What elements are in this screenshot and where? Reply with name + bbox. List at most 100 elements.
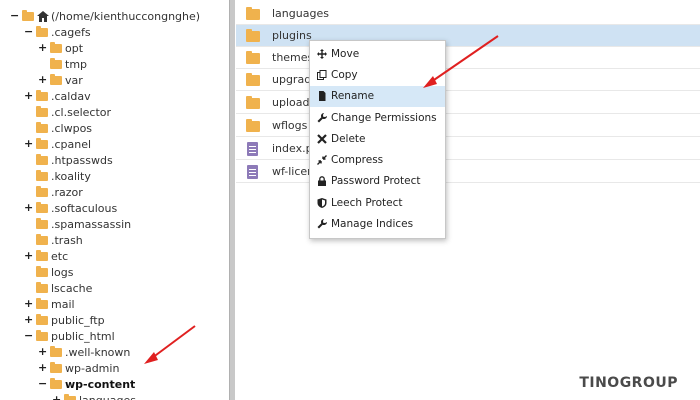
document-icon (247, 141, 258, 156)
tree-item-label: mail (51, 297, 75, 311)
tree-item[interactable]: .koality (24, 168, 91, 184)
expand-toggle-icon[interactable]: + (24, 90, 33, 101)
folder-icon (64, 394, 76, 400)
tree-item-label: var (65, 73, 83, 87)
expand-toggle-icon[interactable]: + (24, 202, 33, 213)
folder-icon (246, 50, 260, 64)
menu-item-label: Password Protect (331, 175, 421, 188)
folder-icon (246, 28, 260, 42)
expand-toggle-icon[interactable]: + (24, 298, 33, 309)
expand-toggle-icon[interactable]: + (24, 314, 33, 325)
folder-icon (36, 186, 48, 197)
compress-icon (317, 155, 327, 166)
tree-item[interactable]: + public_ftp (24, 312, 105, 328)
tree-item[interactable]: − public_html (24, 328, 115, 344)
menu-item-label: Leech Protect (331, 196, 403, 209)
tree-item-label: wp-admin (65, 361, 120, 375)
collapse-toggle-icon[interactable]: − (38, 378, 47, 389)
tree-item-label: .htpasswds (51, 153, 113, 167)
menu-item-label: Move (331, 47, 360, 60)
collapse-toggle-icon[interactable]: − (10, 10, 19, 21)
folder-icon (36, 298, 48, 309)
collapse-toggle-icon[interactable]: − (24, 26, 33, 37)
expand-toggle-icon[interactable]: + (38, 42, 47, 53)
expand-toggle-icon[interactable]: + (38, 74, 47, 85)
tree-item[interactable]: .razor (24, 184, 83, 200)
menu-item-compress[interactable]: Compress (310, 149, 445, 170)
tree-item[interactable]: .clwpos (24, 120, 92, 136)
expand-toggle-icon[interactable]: + (24, 138, 33, 149)
tree-item-label: .cpanel (51, 137, 92, 151)
tree-item[interactable]: tmp (38, 56, 87, 72)
file-name: plugins (272, 29, 312, 42)
tree-item-label: etc (51, 249, 69, 263)
folder-icon (36, 218, 48, 229)
menu-item-label: Compress (331, 154, 384, 167)
folder-icon (36, 314, 48, 325)
tree-item[interactable]: + languages (52, 392, 136, 400)
folder-icon (36, 170, 48, 181)
menu-item-rename[interactable]: Rename (310, 85, 445, 107)
tree-item-selected[interactable]: − wp-content (38, 376, 135, 392)
file-row-selected[interactable]: plugins (236, 25, 700, 47)
tree-item[interactable]: .cl.selector (24, 104, 111, 120)
x-icon (317, 134, 327, 144)
expand-toggle-icon[interactable]: + (24, 250, 33, 261)
tree-item[interactable]: + .softaculous (24, 200, 117, 216)
tree-item[interactable]: .htpasswds (24, 152, 113, 168)
menu-item-label: Change Permissions (331, 111, 437, 124)
menu-item-change-permissions[interactable]: Change Permissions (310, 107, 445, 128)
tree-item[interactable]: − .cagefs (24, 24, 91, 40)
tree-item[interactable]: .spamassassin (24, 216, 131, 232)
tree-item[interactable]: + opt (38, 40, 83, 56)
file-row[interactable]: uploads (236, 92, 700, 114)
expand-toggle-icon[interactable]: + (52, 394, 61, 400)
file-row[interactable]: wflogs (236, 115, 700, 137)
file-row[interactable]: index.ph (236, 138, 700, 160)
folder-icon (36, 122, 48, 133)
folder-icon (50, 362, 62, 373)
menu-item-delete[interactable]: Delete (310, 128, 445, 149)
tree-item-label: .well-known (65, 345, 131, 359)
tree-item[interactable]: + .cpanel (24, 136, 91, 152)
tree-item[interactable]: + etc (24, 248, 68, 264)
expand-toggle-icon[interactable]: + (38, 362, 47, 373)
folder-icon (36, 90, 48, 101)
menu-item-password-protect[interactable]: Password Protect (310, 171, 445, 192)
menu-item-leech-protect[interactable]: Leech Protect (310, 192, 445, 213)
shield-icon (317, 197, 327, 208)
file-row[interactable]: themes (236, 47, 700, 69)
tree-root[interactable]: − (/home/kienthuccongnghe) (10, 8, 200, 24)
menu-item-label: Manage Indices (331, 218, 414, 231)
tree-item[interactable]: logs (24, 264, 74, 280)
tree-item-label: .razor (51, 185, 83, 199)
file-icon (319, 91, 326, 102)
tree-item[interactable]: + mail (24, 296, 75, 312)
tree-item-label: opt (65, 41, 84, 55)
expand-toggle-icon[interactable]: + (38, 346, 47, 357)
tree-item-label: .clwpos (51, 121, 93, 135)
tree-item[interactable]: + var (38, 72, 83, 88)
folder-icon (36, 282, 48, 293)
menu-item-move[interactable]: Move (310, 43, 445, 64)
lock-icon (318, 176, 326, 187)
file-list: languages plugins themes upgrade uploads… (236, 0, 700, 400)
tree-item[interactable]: + .caldav (24, 88, 91, 104)
file-row[interactable]: upgrade (236, 69, 700, 91)
file-row[interactable]: languages (236, 3, 700, 25)
context-menu: Move Copy Rename Change Permissions Dele… (309, 40, 446, 239)
tree-item[interactable]: .trash (24, 232, 83, 248)
tree-item[interactable]: + .well-known (38, 344, 130, 360)
tree-item-label: .trash (51, 233, 83, 247)
menu-item-manage-indices[interactable]: Manage Indices (310, 213, 445, 234)
tree-item[interactable]: lscache (24, 280, 92, 296)
file-row[interactable]: wf-licen (236, 161, 700, 183)
folder-icon (246, 72, 260, 86)
copy-icon (317, 69, 327, 80)
pane-divider[interactable] (229, 0, 235, 400)
menu-item-copy[interactable]: Copy (310, 64, 445, 85)
collapse-toggle-icon[interactable]: − (24, 330, 33, 341)
tree-item[interactable]: + wp-admin (38, 360, 119, 376)
tree-item-label: .spamassassin (51, 217, 132, 231)
folder-icon (22, 10, 34, 21)
